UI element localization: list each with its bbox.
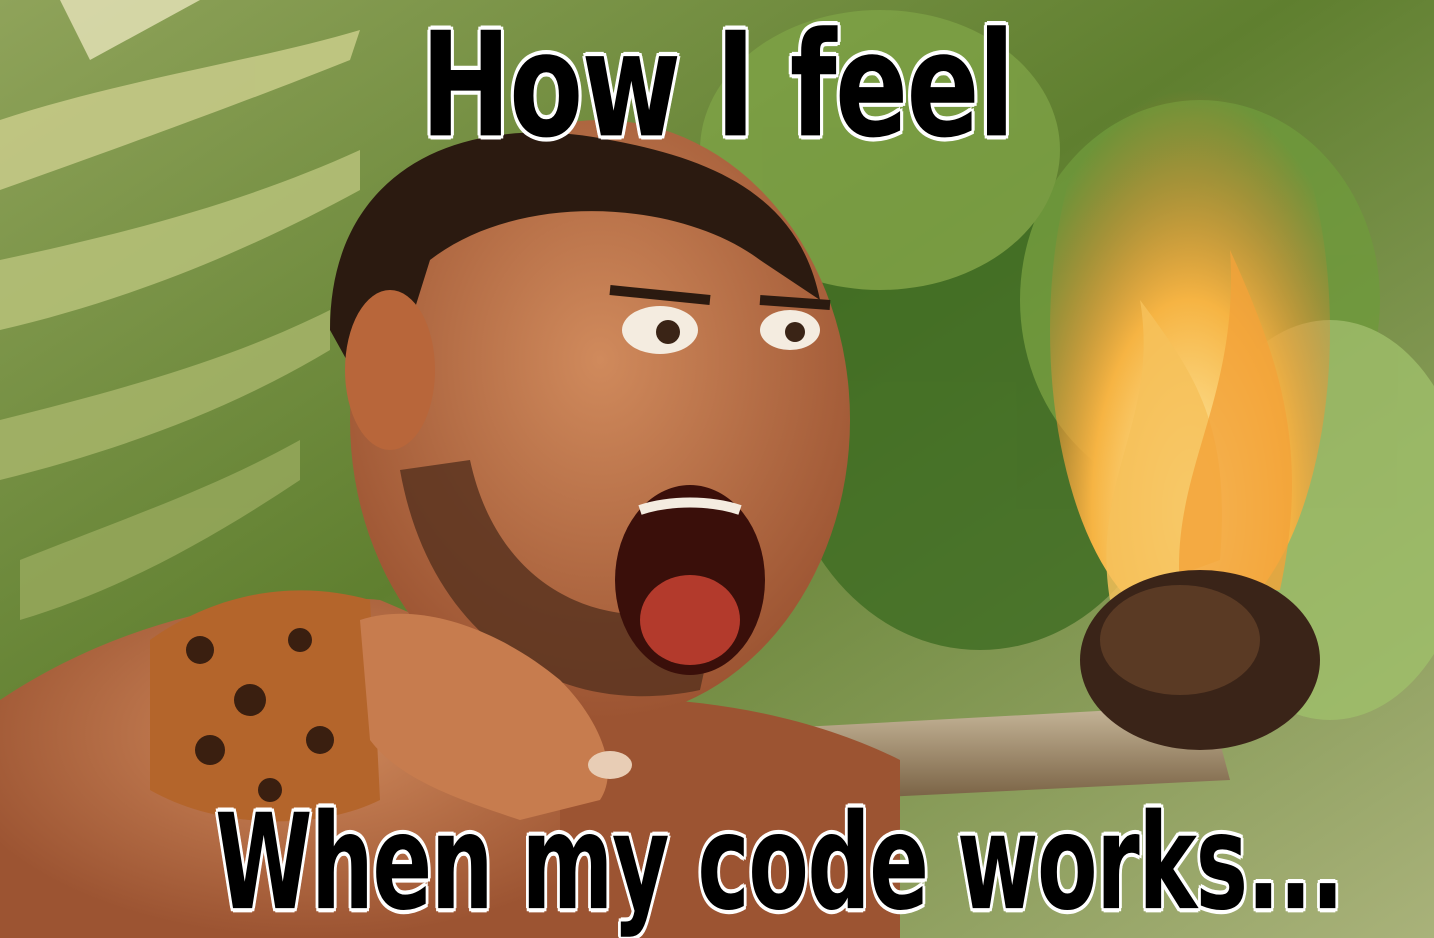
meme-image: How I feel When my code works... <box>0 0 1434 938</box>
burning-tinder <box>1080 570 1320 750</box>
bottom-caption: When my code works... <box>214 784 1345 938</box>
top-caption: How I feel <box>420 0 1017 171</box>
